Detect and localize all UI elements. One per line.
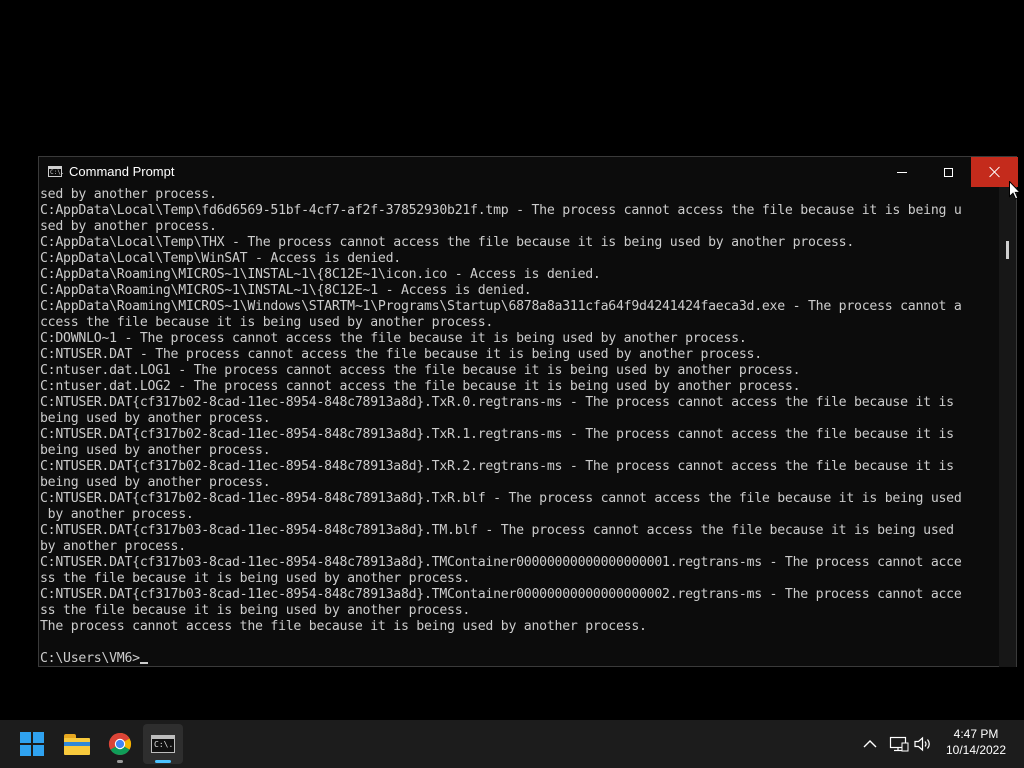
console-line: C:AppData\Local\Temp\fd6d6569-51bf-4cf7-…	[40, 203, 962, 218]
console-line: C:AppData\Local\Temp\THX - The process c…	[40, 235, 855, 250]
console-line: being used by another process.	[40, 411, 271, 426]
windows-start-icon	[20, 732, 44, 756]
console-line: C:NTUSER.DAT{cf317b02-8cad-11ec-8954-848…	[40, 459, 954, 474]
taskbar-file-explorer[interactable]	[57, 724, 97, 764]
cmd-icon: C:\.	[151, 735, 175, 753]
console-line: C:AppData\Local\Temp\WinSAT - Access is …	[40, 251, 401, 266]
console-line: by another process.	[40, 507, 194, 522]
scrollbar-thumb[interactable]	[1006, 241, 1009, 259]
active-indicator	[155, 760, 171, 763]
console-line: C:AppData\Roaming\MICROS~1\INSTAL~1\{8C1…	[40, 267, 601, 282]
console-line: C:NTUSER.DAT{cf317b02-8cad-11ec-8954-848…	[40, 491, 962, 506]
console-line: C:AppData\Roaming\MICROS~1\INSTAL~1\{8C1…	[40, 283, 532, 298]
console-line: C:AppData\Roaming\MICROS~1\Windows\START…	[40, 299, 962, 314]
clock-date: 10/14/2022	[945, 743, 1007, 757]
taskbar-chrome[interactable]	[100, 724, 140, 764]
chrome-icon	[108, 733, 132, 756]
folder-icon	[64, 733, 90, 755]
console-line: ss the file because it is being used by …	[40, 571, 471, 586]
console-line: C:NTUSER.DAT{cf317b03-8cad-11ec-8954-848…	[40, 587, 962, 602]
console-line: being used by another process.	[40, 443, 271, 458]
window-title: Command Prompt	[69, 164, 175, 179]
console-line: C:NTUSER.DAT{cf317b02-8cad-11ec-8954-848…	[40, 427, 954, 442]
text-cursor	[139, 662, 148, 664]
console-output[interactable]: sed by another process. C:AppData\Local\…	[40, 187, 1000, 667]
console-line: being used by another process.	[40, 475, 271, 490]
console-line: ccess the file because it is being used …	[40, 315, 494, 330]
prompt-line[interactable]: C:\Users\VM6>	[40, 651, 1000, 667]
console-line: C:NTUSER.DAT{cf317b02-8cad-11ec-8954-848…	[40, 395, 954, 410]
console-text: sed by another process. C:AppData\Local\…	[40, 187, 1000, 651]
taskbar-command-prompt[interactable]: C:\.	[143, 724, 183, 764]
minimize-icon	[897, 171, 907, 173]
volume-icon[interactable]	[913, 735, 933, 753]
title-bar[interactable]: C:\. Command Prompt	[39, 157, 1018, 187]
minimize-button[interactable]	[879, 157, 925, 187]
command-prompt-window[interactable]: C:\. Command Prompt sed by another proce…	[38, 156, 1018, 667]
network-icon[interactable]	[889, 735, 909, 753]
console-line: C:NTUSER.DAT{cf317b03-8cad-11ec-8954-848…	[40, 523, 954, 538]
system-clock[interactable]: 4:47 PM 10/14/2022	[940, 726, 1012, 758]
cmd-app-icon[interactable]: C:\.	[48, 166, 64, 177]
prompt-text: C:\Users\VM6>	[40, 651, 140, 666]
maximize-icon	[943, 167, 953, 177]
console-line: ss the file because it is being used by …	[40, 603, 471, 618]
console-line: The process cannot access the file becau…	[40, 619, 647, 634]
console-line: by another process.	[40, 539, 186, 554]
console-line: C:DOWNLO~1 - The process cannot access t…	[40, 331, 747, 346]
start-button[interactable]	[12, 724, 52, 764]
clock-time: 4:47 PM	[953, 727, 999, 741]
console-line: C:ntuser.dat.LOG2 - The process cannot a…	[40, 379, 801, 394]
console-line: C:NTUSER.DAT - The process cannot access…	[40, 347, 762, 362]
console-line: sed by another process.	[40, 219, 217, 234]
close-icon	[989, 166, 1001, 178]
running-indicator	[117, 760, 123, 763]
chevron-up-icon[interactable]	[862, 736, 878, 752]
console-line: sed by another process.	[40, 187, 217, 202]
maximize-button[interactable]	[925, 157, 971, 187]
console-line: C:NTUSER.DAT{cf317b03-8cad-11ec-8954-848…	[40, 555, 962, 570]
mouse-pointer-icon	[1009, 181, 1021, 200]
vertical-scrollbar[interactable]	[999, 187, 1016, 667]
console-line: C:ntuser.dat.LOG1 - The process cannot a…	[40, 363, 801, 378]
